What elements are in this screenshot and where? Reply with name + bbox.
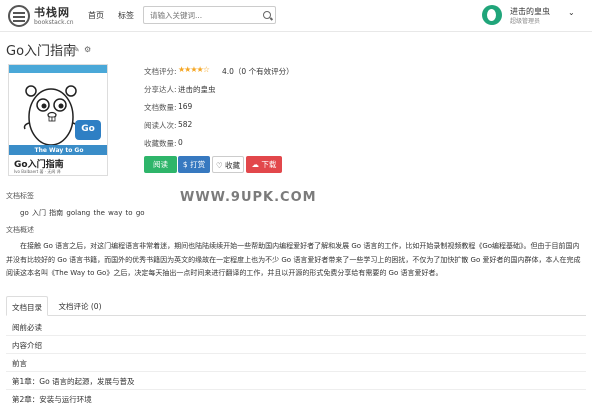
read-count-value: 582 [178, 120, 193, 129]
read-button[interactable]: 阅读 [144, 156, 177, 173]
tag-list[interactable]: go 入门 指南 golang the way to go [20, 208, 145, 218]
content-tabs: 文档目录 文档评论 (0) [6, 296, 586, 316]
nav-tags[interactable]: 标签 [118, 11, 134, 20]
main-nav: 首页 标签 [88, 10, 148, 21]
rating-label: 文档评分: [144, 67, 177, 76]
logo-icon [8, 5, 30, 27]
tags-label: 文档标签 [6, 192, 34, 200]
rating-stars-icon: ★★★★☆ [178, 65, 210, 74]
top-navbar: 书栈网 bookstack.cn 首页标签 进击的皇虫 超级管理员 ⌄ [0, 0, 592, 32]
toc-item[interactable]: 第1章：Go 语言的起源，发展与普及 [6, 372, 586, 390]
fav-count-label: 收藏数量: [144, 139, 177, 148]
go-badge: Go [75, 120, 101, 140]
logo-subtitle: bookstack.cn [34, 19, 74, 26]
book-cover[interactable]: Go The Way to Go Go入门指南 Ivo Balbaert 著 ·… [8, 64, 108, 176]
cover-strip: The Way to Go [9, 145, 107, 155]
toc-list: 阅前必读 内容介绍 前言 第1章：Go 语言的起源，发展与普及 第2章：安装与运… [6, 318, 586, 405]
tab-toc[interactable]: 文档目录 [6, 296, 48, 316]
download-button[interactable]: ☁ 下载 [246, 156, 282, 173]
chevron-down-icon[interactable]: ⌄ [568, 8, 575, 17]
search-input[interactable] [143, 6, 265, 24]
toc-item[interactable]: 内容介绍 [6, 336, 586, 354]
reward-button[interactable]: $ 打赏 [178, 156, 210, 173]
avatar[interactable] [482, 5, 502, 25]
fav-count-value: 0 [178, 138, 183, 147]
edit-icon[interactable]: ✎ [73, 45, 80, 54]
sharer-label: 分享达人: [144, 85, 177, 94]
user-level: 超级管理员 [510, 18, 541, 25]
doc-count-value: 169 [178, 102, 193, 111]
read-count-label: 阅读人次: [144, 121, 177, 130]
gear-icon[interactable]: ⚙ [84, 45, 91, 54]
toc-item[interactable]: 第2章：安装与运行环境 [6, 390, 586, 405]
description-label: 文档概述 [6, 226, 34, 234]
search-icon[interactable] [260, 6, 276, 24]
site-logo[interactable]: 书栈网 bookstack.cn [8, 4, 78, 28]
rating-value: 4.0（0 个有效评分） [222, 67, 294, 76]
toc-item[interactable]: 阅前必读 [6, 318, 586, 336]
cover-author: Ivo Balbaert 著 · 无闻 译 [14, 169, 61, 174]
tab-comments[interactable]: 文档评论 (0) [58, 296, 102, 316]
page-title: Go入门指南 [6, 44, 77, 59]
favorite-button[interactable]: ♡ 收藏 [212, 156, 244, 173]
toc-item[interactable]: 前言 [6, 354, 586, 372]
sharer-value[interactable]: 进击的皇虫 [178, 84, 216, 95]
watermark: WWW.9UPK.COM [180, 190, 317, 205]
logo-name: 书栈网 [34, 6, 70, 19]
doc-count-label: 文档数量: [144, 103, 177, 112]
description-text: 在接触 Go 语言之后，对这门编程语言非常着迷，期间也陆陆续续开始一些帮助国内编… [6, 242, 581, 277]
nav-home[interactable]: 首页 [88, 11, 104, 20]
